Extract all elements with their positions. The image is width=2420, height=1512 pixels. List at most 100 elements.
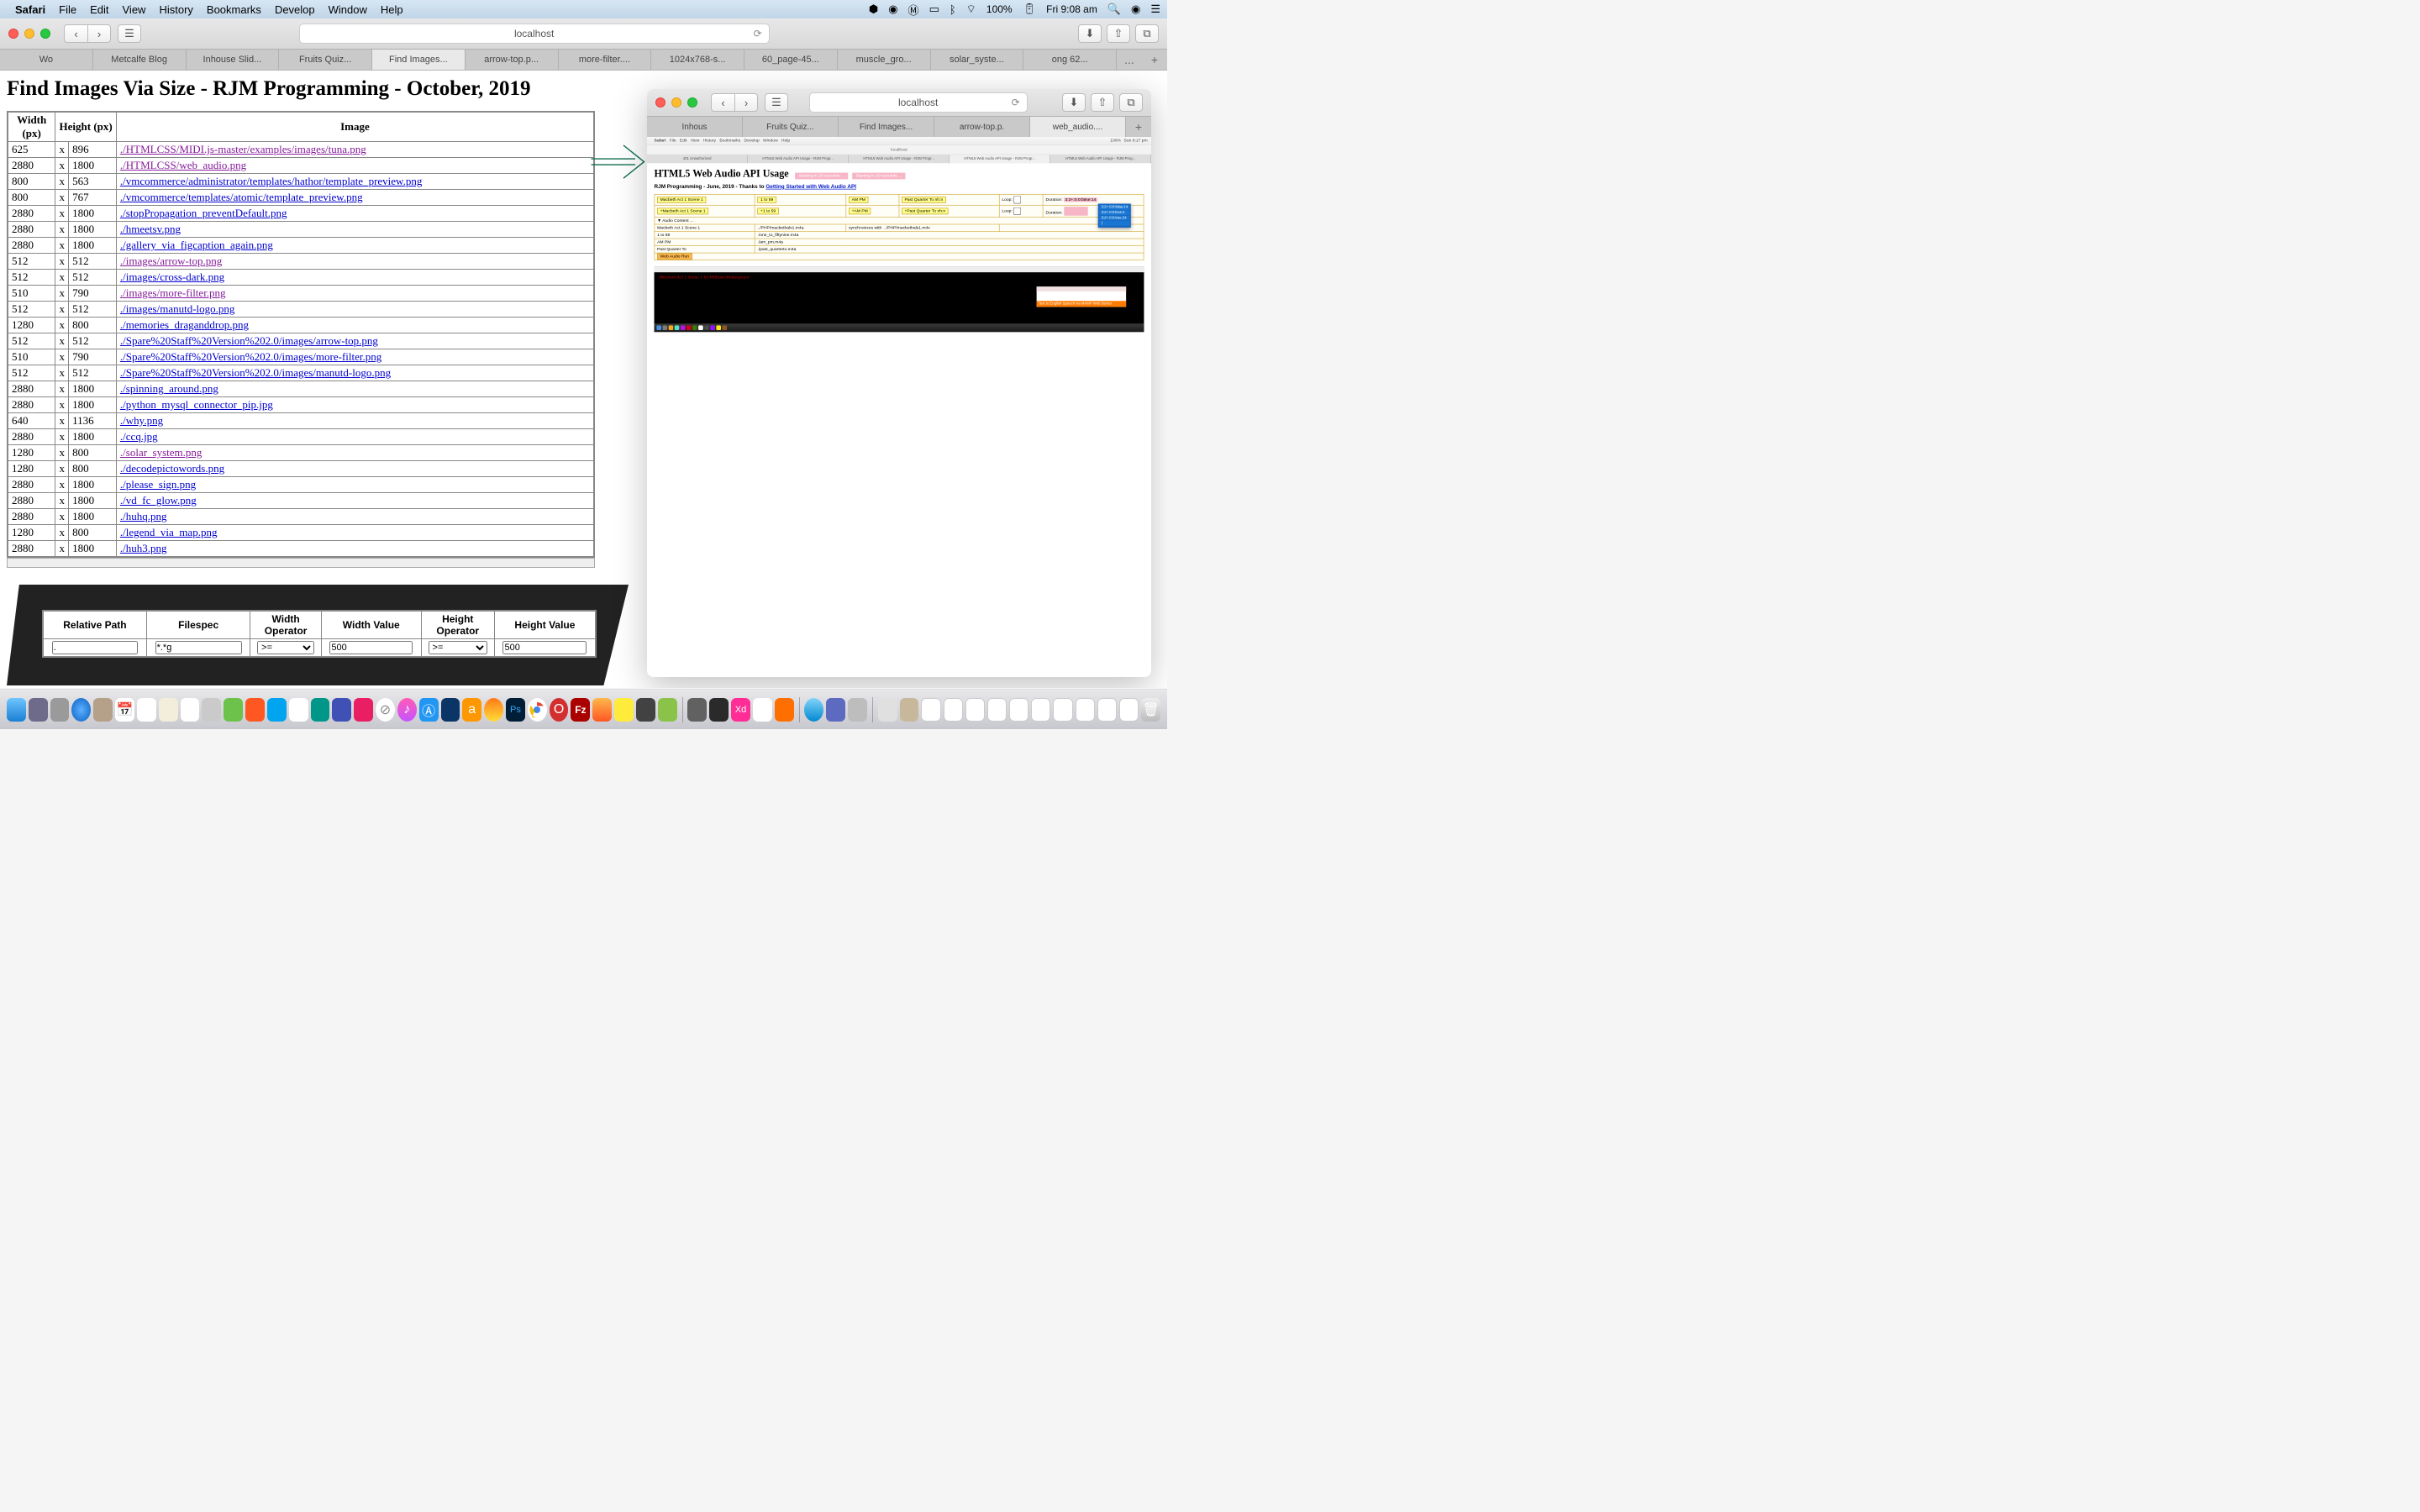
itunes-icon[interactable]: ♪ xyxy=(397,698,417,722)
dock-app-icon[interactable] xyxy=(224,698,243,722)
dock-app-icon[interactable] xyxy=(332,698,351,722)
dock-folder-icon[interactable] xyxy=(900,698,919,722)
dock-doc-icon[interactable] xyxy=(1097,698,1117,722)
reload-icon[interactable]: ⟳ xyxy=(1012,97,1020,108)
browser-tab[interactable]: muscle_gro... xyxy=(838,50,931,70)
height-operator-select[interactable]: >= xyxy=(429,641,487,654)
downloads-button[interactable]: ⬇ xyxy=(1062,93,1086,112)
dock-doc-icon[interactable] xyxy=(1053,698,1072,722)
browser-tab[interactable]: Find Images... xyxy=(372,50,466,70)
browser-tab[interactable]: web_audio.... xyxy=(1030,117,1126,137)
image-link[interactable]: ./decodepictowords.png xyxy=(120,462,224,475)
image-link[interactable]: ./hmeetsv.png xyxy=(120,223,181,235)
menu-develop[interactable]: Develop xyxy=(275,3,315,16)
tabs-overview-button[interactable]: ⧉ xyxy=(1119,93,1143,112)
image-link[interactable]: ./please_sign.png xyxy=(120,478,196,491)
image-link[interactable]: ./why.png xyxy=(120,414,163,427)
forward-button[interactable]: › xyxy=(734,93,758,112)
browser-tab[interactable]: Fruits Quiz... xyxy=(743,117,839,137)
browser-tab[interactable]: 1024x768-s... xyxy=(651,50,744,70)
image-link[interactable]: ./images/arrow-top.png xyxy=(120,255,222,267)
relative-path-input[interactable] xyxy=(52,641,138,654)
menu-history[interactable]: History xyxy=(159,3,192,16)
dock-app-icon[interactable] xyxy=(245,698,265,722)
image-link[interactable]: ./huhq.png xyxy=(120,510,167,522)
dock-doc-icon[interactable] xyxy=(987,698,1007,722)
filespec-input[interactable] xyxy=(155,641,242,654)
dock-app-icon[interactable] xyxy=(311,698,330,722)
browser-tab[interactable]: Find Images... xyxy=(839,117,934,137)
dock-doc-icon[interactable] xyxy=(921,698,940,722)
browser-tab[interactable]: arrow-top.p. xyxy=(934,117,1030,137)
clock[interactable]: Fri 9:08 am xyxy=(1046,3,1097,15)
dock-app-icon[interactable] xyxy=(804,698,823,722)
adobe-xd-icon[interactable]: Xd xyxy=(731,698,750,722)
calendar-icon[interactable]: 4 xyxy=(137,698,156,722)
image-link[interactable]: ./spinning_around.png xyxy=(120,382,218,395)
reload-icon[interactable]: ⟳ xyxy=(754,28,762,39)
trash-icon[interactable]: 🗑 xyxy=(1141,698,1160,722)
maximize-window-icon[interactable] xyxy=(40,29,50,39)
menulet-icon[interactable]: Ⓜ xyxy=(908,2,919,18)
filezilla-icon[interactable]: Fz xyxy=(571,698,590,722)
width-value-input[interactable] xyxy=(329,641,413,654)
siri-icon[interactable]: ◉ xyxy=(1131,3,1140,16)
downloads-button[interactable]: ⬇ xyxy=(1078,24,1102,43)
image-link[interactable]: ./memories_draganddrop.png xyxy=(120,318,249,331)
browser-tab[interactable]: 60_page-45... xyxy=(744,50,838,70)
menu-window[interactable]: Window xyxy=(329,3,367,16)
image-link[interactable]: ./gallery_via_figcaption_again.png xyxy=(120,239,273,251)
sub-address-bar[interactable]: localhost ⟳ xyxy=(809,92,1028,113)
notification-center-icon[interactable]: ☰ xyxy=(1150,3,1160,16)
dock-folder-icon[interactable] xyxy=(878,698,897,722)
dock-app-icon[interactable] xyxy=(50,698,70,722)
new-tab-button[interactable]: + xyxy=(1142,50,1167,70)
dock-app-icon[interactable] xyxy=(93,698,113,722)
photoshop-icon[interactable]: Ps xyxy=(506,698,525,722)
opera-icon[interactable]: O xyxy=(550,698,569,722)
dock-app-icon[interactable] xyxy=(753,698,772,722)
menu-bookmarks[interactable]: Bookmarks xyxy=(207,3,261,16)
dock-app-icon[interactable] xyxy=(289,698,308,722)
share-button[interactable]: ⇧ xyxy=(1107,24,1130,43)
app-name[interactable]: Safari xyxy=(15,3,45,16)
calendar-icon[interactable]: 📅 xyxy=(115,698,134,722)
image-link[interactable]: ./Spare%20Staff%20Version%202.0/images/a… xyxy=(120,334,378,347)
dock-app-icon[interactable] xyxy=(202,698,221,722)
address-bar[interactable]: localhost ⟳ xyxy=(299,24,770,44)
menu-help[interactable]: Help xyxy=(381,3,403,16)
dock-doc-icon[interactable] xyxy=(1076,698,1095,722)
dock-app-icon[interactable] xyxy=(687,698,707,722)
image-link[interactable]: ./HTMLCSS/web_audio.png xyxy=(120,159,246,171)
firefox-icon[interactable] xyxy=(484,698,503,722)
image-link[interactable]: ./Spare%20Staff%20Version%202.0/images/m… xyxy=(120,350,381,363)
browser-tab[interactable]: arrow-top.p... xyxy=(466,50,559,70)
browser-tab[interactable]: Fruits Quiz... xyxy=(279,50,372,70)
dock-app-icon[interactable] xyxy=(354,698,373,722)
appstore-icon[interactable]: Ⓐ xyxy=(419,698,439,722)
forward-button[interactable]: › xyxy=(87,24,111,43)
image-link[interactable]: ./HTMLCSS/MIDI.js-master/examples/images… xyxy=(120,143,366,155)
dock-app-icon[interactable] xyxy=(441,698,460,722)
menu-file[interactable]: File xyxy=(59,3,76,16)
close-window-icon[interactable] xyxy=(655,97,666,108)
bluetooth-icon[interactable]: ᛒ xyxy=(950,3,956,16)
image-link[interactable]: ./vmcommerce/administrator/templates/hat… xyxy=(120,175,422,187)
dock-app-icon[interactable] xyxy=(826,698,845,722)
dock-app-icon[interactable] xyxy=(267,698,287,722)
browser-tab[interactable]: Metcalfe Blog xyxy=(93,50,187,70)
battery-percent[interactable]: 100% xyxy=(986,3,1013,15)
dock-app-icon[interactable] xyxy=(636,698,655,722)
image-link[interactable]: ./stopPropagation_preventDefault.png xyxy=(120,207,287,219)
dock-doc-icon[interactable] xyxy=(1119,698,1139,722)
dock-app-icon[interactable] xyxy=(658,698,677,722)
image-link[interactable]: ./python_mysql_connector_pip.jpg xyxy=(120,398,273,411)
dock-app-icon[interactable]: a xyxy=(462,698,481,722)
wifi-icon[interactable]: ⌔ xyxy=(966,3,976,16)
maximize-window-icon[interactable] xyxy=(687,97,697,108)
image-link[interactable]: ./Spare%20Staff%20Version%202.0/images/m… xyxy=(120,366,391,379)
image-link[interactable]: ./vd_fc_glow.png xyxy=(120,494,197,507)
browser-tab[interactable]: Inhouse Slid... xyxy=(187,50,280,70)
dock-app-icon[interactable] xyxy=(181,698,200,722)
dock-app-icon[interactable] xyxy=(29,698,48,722)
